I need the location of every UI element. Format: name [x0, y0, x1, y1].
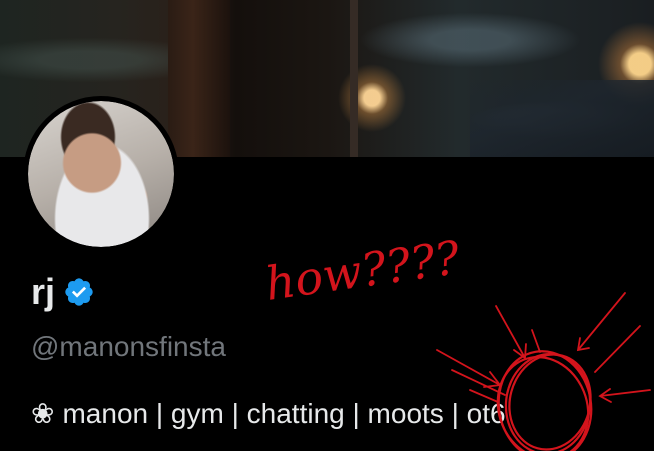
- profile-display-name: rj: [31, 271, 56, 312]
- profile-avatar[interactable]: [23, 96, 179, 252]
- flower-icon: ❀: [31, 398, 55, 429]
- annotation-text: how????: [262, 230, 463, 311]
- profile-name-row: rj: [31, 270, 95, 314]
- banner-roof: [470, 80, 654, 157]
- profile-bio: ❀ manon | gym | chatting | moots | ot6: [31, 395, 506, 433]
- profile-handle: @manonsfinsta: [31, 331, 226, 362]
- avatar-photo: [28, 101, 174, 247]
- verified-badge-icon[interactable]: [63, 276, 95, 308]
- bio-text: manon | gym | chatting | moots | ot6: [62, 398, 506, 429]
- banner-door-frame: [350, 0, 358, 157]
- banner-door: [168, 0, 230, 157]
- annotation-arrows: [436, 292, 651, 403]
